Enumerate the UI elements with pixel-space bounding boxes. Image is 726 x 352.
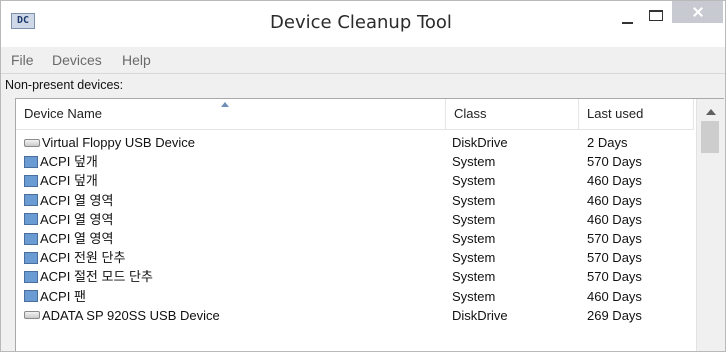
table-row[interactable]: ACPI 열 영역 System 460 Days: [16, 191, 696, 210]
device-name-cell: ACPI 열 영역: [24, 191, 113, 210]
app-icon: DC: [11, 13, 35, 29]
last-used-cell: 2 Days: [587, 135, 628, 150]
sort-ascending-icon: [221, 102, 229, 107]
table-row[interactable]: ACPI 열 영역 System 570 Days: [16, 229, 696, 248]
device-name-cell: ACPI 전원 단추: [24, 248, 125, 267]
window-title: Device Cleanup Tool: [270, 12, 452, 33]
menu-bar: File Devices Help: [1, 47, 725, 74]
last-used-cell: 460 Days: [587, 288, 642, 304]
title-bar[interactable]: DC Device Cleanup Tool: [1, 1, 725, 47]
list-header: Device Name Class Last used: [16, 99, 694, 130]
last-used-cell: 570 Days: [587, 154, 642, 170]
device-name-text: ACPI 절전 모드 단추: [40, 269, 153, 285]
last-used-cell: 460 Days: [587, 211, 642, 227]
device-name-cell: ADATA SP 920SS USB Device: [24, 306, 220, 325]
last-used-cell: 570 Days: [587, 230, 642, 246]
device-name-text: ADATA SP 920SS USB Device: [42, 307, 220, 323]
column-device-name[interactable]: Device Name: [16, 99, 446, 129]
table-row[interactable]: ACPI 열 영역 System 460 Days: [16, 210, 696, 229]
system-device-icon: [24, 194, 38, 207]
table-row[interactable]: ACPI 덮개 System 460 Days: [16, 171, 696, 190]
system-device-icon: [24, 174, 38, 187]
last-used-cell: 460 Days: [587, 173, 642, 189]
menu-help[interactable]: Help: [122, 52, 151, 68]
menu-file[interactable]: File: [11, 52, 34, 68]
system-device-icon: [24, 251, 38, 264]
device-name-cell: ACPI 열 영역: [24, 229, 113, 248]
minimize-button[interactable]: [618, 11, 638, 27]
device-class-cell: System: [452, 288, 496, 304]
list-label: Non-present devices:: [5, 78, 124, 92]
close-button[interactable]: [672, 1, 723, 23]
device-name-text: ACPI 전원 단추: [40, 250, 126, 266]
device-name-cell: ACPI 열 영역: [24, 210, 113, 229]
system-device-icon: [24, 213, 38, 226]
device-name-cell: ACPI 팬: [24, 287, 86, 306]
table-row[interactable]: Virtual Floppy USB Device DiskDrive 2 Days: [16, 133, 696, 152]
device-name-text: ACPI 덮개: [40, 154, 98, 170]
app-window: DC Device Cleanup Tool File Devices Help…: [0, 0, 726, 352]
maximize-button[interactable]: [649, 10, 663, 21]
table-row[interactable]: ACPI 팬 System 460 Days: [16, 287, 696, 306]
column-device-name-label: Device Name: [24, 106, 103, 121]
device-class-cell: System: [452, 192, 496, 208]
device-class-cell: System: [452, 154, 496, 170]
last-used-cell: 570 Days: [587, 269, 642, 285]
device-class-cell: System: [452, 230, 496, 246]
device-list[interactable]: Device Name Class Last used Virtual Flop…: [15, 98, 724, 351]
device-class-cell: System: [452, 250, 496, 266]
device-name-text: ACPI 열 영역: [40, 211, 114, 227]
last-used-cell: 460 Days: [587, 192, 642, 208]
menu-devices[interactable]: Devices: [52, 52, 102, 68]
device-name-cell: ACPI 덮개: [24, 171, 98, 190]
system-device-icon: [24, 232, 38, 245]
column-last-used[interactable]: Last used: [579, 99, 694, 129]
table-row[interactable]: ACPI 절전 모드 단추 System 570 Days: [16, 267, 696, 286]
device-name-text: Virtual Floppy USB Device: [42, 135, 195, 150]
device-class-cell: System: [452, 211, 496, 227]
device-class-cell: DiskDrive: [452, 135, 508, 150]
device-class-cell: System: [452, 269, 496, 285]
table-row[interactable]: ACPI 전원 단추 System 570 Days: [16, 248, 696, 267]
scroll-thumb[interactable]: [701, 121, 719, 153]
device-name-text: ACPI 열 영역: [40, 230, 114, 246]
list-rows: Virtual Floppy USB Device DiskDrive 2 Days…: [16, 133, 696, 325]
table-row[interactable]: ACPI 덮개 System 570 Days: [16, 152, 696, 171]
vertical-scrollbar[interactable]: [696, 99, 724, 351]
system-device-icon: [24, 270, 38, 283]
system-device-icon: [24, 290, 38, 303]
last-used-cell: 570 Days: [587, 250, 642, 266]
last-used-cell: 269 Days: [587, 307, 642, 323]
device-name-text: ACPI 덮개: [40, 173, 98, 189]
device-class-cell: DiskDrive: [452, 307, 508, 323]
device-name-cell: ACPI 덮개: [24, 152, 98, 171]
device-name-text: ACPI 팬: [40, 288, 86, 304]
column-class[interactable]: Class: [446, 99, 579, 129]
disk-drive-icon: [24, 138, 40, 147]
disk-drive-icon: [24, 311, 40, 320]
scroll-up-arrow-icon[interactable]: [706, 109, 716, 115]
table-row[interactable]: ADATA SP 920SS USB Device DiskDrive 269 Da…: [16, 306, 696, 325]
device-class-cell: System: [452, 173, 496, 189]
device-name-text: ACPI 열 영역: [40, 192, 114, 208]
device-name-cell: Virtual Floppy USB Device: [24, 133, 195, 152]
device-name-cell: ACPI 절전 모드 단추: [24, 267, 153, 286]
system-device-icon: [24, 155, 38, 168]
